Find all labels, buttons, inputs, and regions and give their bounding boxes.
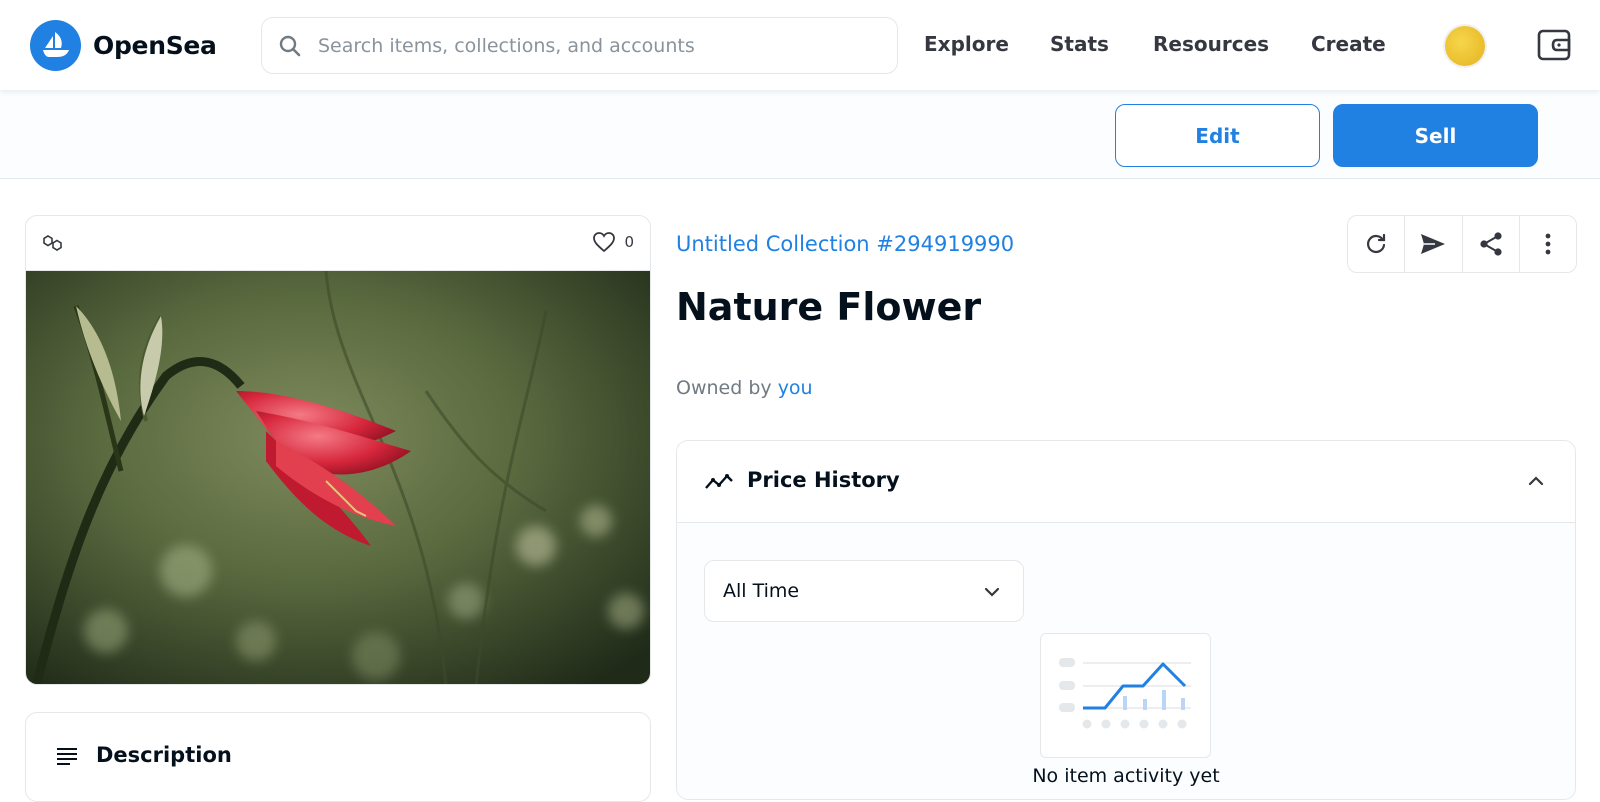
refresh-metadata-button[interactable] — [1348, 216, 1406, 272]
media-header: 0 — [26, 216, 650, 271]
price-history-panel: Price History All Time No item activity … — [676, 440, 1576, 800]
description-lines-icon — [56, 747, 78, 765]
share-button[interactable] — [1463, 216, 1520, 272]
top-navigation: OpenSea Explore Stats Resources Create — [0, 0, 1600, 90]
search-input[interactable] — [318, 34, 878, 57]
profile-avatar[interactable] — [1445, 26, 1485, 66]
item-toolbar — [1347, 215, 1577, 273]
more-options-button[interactable] — [1520, 216, 1576, 272]
sell-button[interactable]: Sell — [1333, 104, 1538, 167]
item-media-card: 0 — [25, 215, 651, 685]
chevron-up-icon[interactable] — [1527, 472, 1545, 490]
owner-link[interactable]: you — [778, 377, 813, 399]
nav-stats[interactable]: Stats — [1050, 32, 1109, 56]
heart-icon — [593, 232, 616, 253]
owned-by-label: Owned by — [676, 377, 772, 399]
refresh-icon — [1367, 233, 1386, 254]
item-title: Nature Flower — [676, 285, 982, 329]
share-icon — [1480, 232, 1502, 256]
nft-image[interactable] — [26, 271, 650, 684]
search-bar[interactable] — [261, 17, 898, 74]
favorite-count: 0 — [624, 233, 634, 251]
collection-link[interactable]: Untitled Collection #294919990 — [676, 232, 1014, 256]
send-icon — [1421, 234, 1446, 254]
nav-explore[interactable]: Explore — [924, 32, 1009, 56]
trend-line-icon — [704, 472, 734, 492]
empty-chart-illustration — [1040, 633, 1211, 758]
wallet-icon[interactable] — [1537, 28, 1571, 62]
edit-button[interactable]: Edit — [1115, 104, 1320, 167]
brand-home-link[interactable]: OpenSea — [30, 19, 217, 71]
description-panel[interactable]: Description — [25, 712, 651, 802]
transfer-button[interactable] — [1405, 216, 1463, 272]
search-icon — [276, 32, 304, 60]
price-history-body: All Time No item activity yet — [677, 523, 1575, 799]
polygon-chain-icon — [42, 233, 64, 253]
price-history-header[interactable]: Price History — [677, 441, 1575, 523]
description-title: Description — [96, 743, 232, 767]
price-history-title: Price History — [747, 468, 900, 492]
time-range-value: All Time — [723, 580, 800, 602]
more-vertical-icon — [1545, 233, 1551, 255]
nav-create[interactable]: Create — [1311, 32, 1386, 56]
owner-action-bar: Edit Sell — [0, 90, 1600, 179]
owned-by: Owned by you — [676, 377, 813, 399]
favorite-button[interactable]: 0 — [592, 231, 634, 253]
brand-name: OpenSea — [93, 30, 217, 60]
empty-activity-text: No item activity yet — [1032, 765, 1220, 787]
time-range-select[interactable]: All Time — [704, 560, 1024, 622]
chevron-down-icon — [983, 583, 1001, 601]
opensea-logo-icon — [30, 19, 81, 71]
nav-resources[interactable]: Resources — [1153, 32, 1269, 56]
